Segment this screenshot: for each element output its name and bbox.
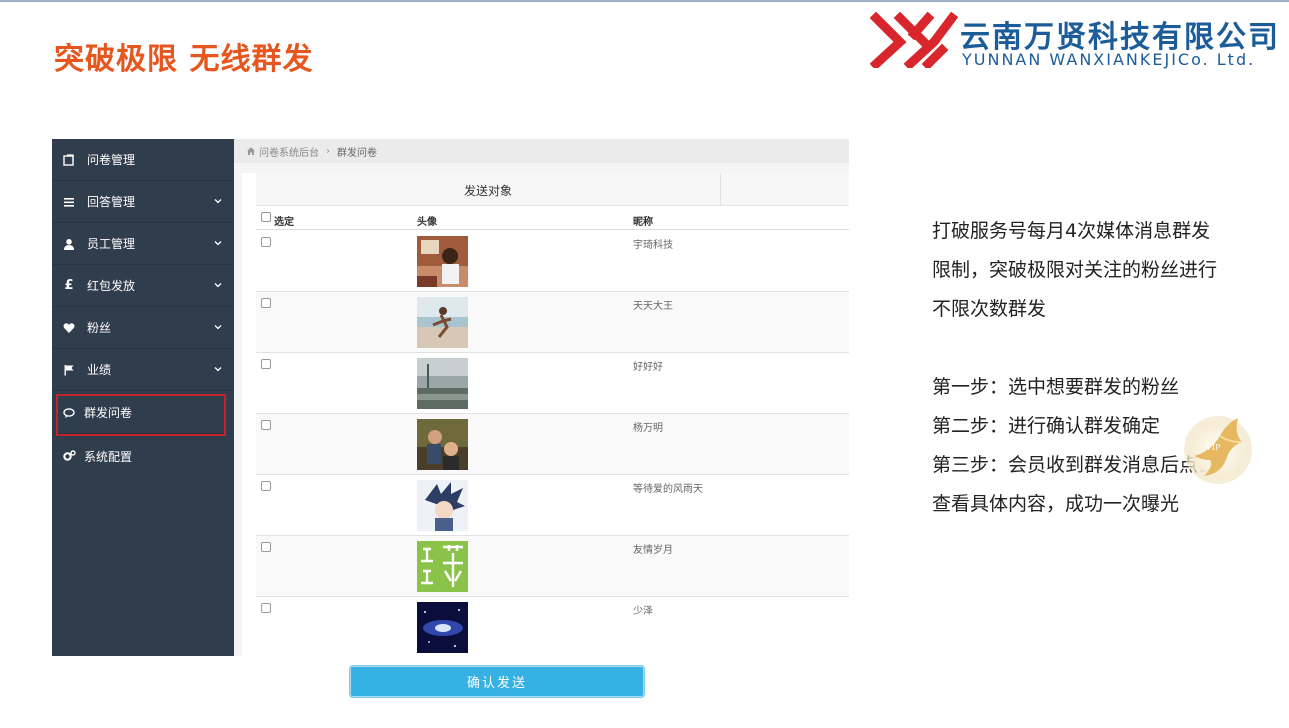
panel-header: 发送对象 <box>256 173 849 206</box>
column-header-avatar: 头像 <box>417 217 437 228</box>
chevron-down-icon <box>214 199 222 204</box>
sidebar-item-answer-management[interactable]: 回答管理 <box>52 181 234 223</box>
main-content: 问卷系统后台 › 群发问卷 发送对象 选定 头像 昵称 宇琦科技 天天大王 好好… <box>234 139 849 656</box>
sidebar-item-staff-management[interactable]: 员工管理 <box>52 223 234 265</box>
flag-icon <box>62 363 76 377</box>
step-line: 查看具体内容，成功一次曝光 <box>932 493 1180 515</box>
sidebar-item-label: 问卷管理 <box>87 153 136 167</box>
sidebar-item-fans[interactable]: 粉丝 <box>52 307 234 349</box>
row-nickname: 天天大王 <box>633 301 673 312</box>
yx-logo-icon <box>870 12 958 68</box>
sidebar-item-label: 员工管理 <box>87 237 136 251</box>
table-row: 好好好 <box>256 353 849 414</box>
avatar <box>417 480 468 531</box>
row-nickname: 友情岁月 <box>633 545 673 556</box>
pound-icon: £ <box>64 278 74 293</box>
row-nickname: 等待爱的风雨天 <box>633 484 703 495</box>
description-line: 限制，突破极限对关注的粉丝进行 <box>932 259 1218 281</box>
gears-icon <box>62 449 76 463</box>
table-row: 天天大王 <box>256 292 849 353</box>
chevron-down-icon <box>214 241 222 246</box>
row-checkbox[interactable] <box>261 420 271 430</box>
description-line: 不限次数群发 <box>932 298 1047 320</box>
avatar <box>417 236 468 287</box>
table-row: 等待爱的风雨天 <box>256 475 849 536</box>
table-row: 少泽 <box>256 597 849 656</box>
row-checkbox[interactable] <box>261 359 271 369</box>
column-header-select: 选定 <box>274 217 294 228</box>
step-line: 第一步：选中想要群发的粉丝 <box>932 376 1180 398</box>
column-header-nickname: 昵称 <box>633 217 653 228</box>
panel-title: 发送对象 <box>463 184 512 198</box>
survey-icon <box>62 153 76 167</box>
sidebar-item-system-config[interactable]: 系统配置 <box>52 435 234 477</box>
avatar <box>417 602 468 653</box>
description-line: 打破服务号每月4次媒体消息群发 <box>932 220 1211 242</box>
slide-title: 突破极限 无线群发 <box>54 42 314 77</box>
sidebar: 问卷管理 回答管理 员工管理 £ 红包发放 粉丝 业绩 群发问卷 系统配置 <box>52 139 234 656</box>
table-row: 友情岁月 <box>256 536 849 597</box>
sidebar-item-performance[interactable]: 业绩 <box>52 349 234 391</box>
table-row: 杨万明 <box>256 414 849 475</box>
breadcrumb-current: 群发问卷 <box>337 147 377 159</box>
avatar <box>417 541 468 592</box>
avatar <box>417 297 468 348</box>
sidebar-item-survey-management[interactable]: 问卷管理 <box>52 139 234 181</box>
sidebar-item-label: 系统配置 <box>84 449 133 464</box>
chevron-down-icon <box>214 283 222 288</box>
chevron-down-icon <box>214 325 222 330</box>
sidebar-item-label: 回答管理 <box>87 195 136 209</box>
row-nickname: 好好好 <box>633 362 663 373</box>
company-name-en: YUNNAN WANXIANKEJICo. Ltd. <box>962 50 1256 69</box>
home-icon <box>247 147 255 155</box>
confirm-send-button[interactable]: 确认发送 <box>349 665 645 698</box>
table-header: 选定 头像 昵称 <box>256 210 849 230</box>
row-checkbox[interactable] <box>261 603 271 613</box>
row-nickname: 宇琦科技 <box>633 240 673 251</box>
row-nickname: 少泽 <box>633 606 653 617</box>
vip-bird-badge-icon: VIP <box>1184 416 1252 484</box>
vip-badge-text: VIP <box>1205 443 1221 452</box>
row-checkbox[interactable] <box>261 237 271 247</box>
avatar <box>417 358 468 409</box>
chevron-down-icon <box>214 367 222 372</box>
highlight-frame <box>56 394 226 436</box>
breadcrumb-separator-icon: › <box>326 145 330 157</box>
row-checkbox[interactable] <box>261 481 271 491</box>
select-all-checkbox[interactable] <box>261 212 271 222</box>
list-icon <box>62 195 76 209</box>
table-row: 宇琦科技 <box>256 231 849 292</box>
heart-icon <box>62 321 76 335</box>
sidebar-item-label: 业绩 <box>87 363 112 377</box>
sidebar-item-label: 粉丝 <box>87 321 112 335</box>
breadcrumb: 问卷系统后台 › 群发问卷 <box>234 139 849 163</box>
user-icon <box>62 237 76 251</box>
send-target-panel: 发送对象 选定 头像 昵称 宇琦科技 天天大王 好好好 杨万明 等待爱的风雨天 … <box>242 173 849 656</box>
sidebar-item-red-packet[interactable]: £ 红包发放 <box>52 265 234 307</box>
company-logo: 云南万贤科技有限公司 YUNNAN WANXIANKEJICo. Ltd. <box>870 10 1289 72</box>
top-border-line <box>0 0 1289 2</box>
row-nickname: 杨万明 <box>633 423 663 434</box>
row-checkbox[interactable] <box>261 542 271 552</box>
row-checkbox[interactable] <box>261 298 271 308</box>
sidebar-item-label: 红包发放 <box>87 279 136 293</box>
avatar <box>417 419 468 470</box>
breadcrumb-home-link[interactable]: 问卷系统后台 <box>259 144 319 159</box>
admin-app-screenshot: 问卷管理 回答管理 员工管理 £ 红包发放 粉丝 业绩 群发问卷 系统配置 问卷… <box>52 139 849 656</box>
header-divider <box>720 173 721 206</box>
